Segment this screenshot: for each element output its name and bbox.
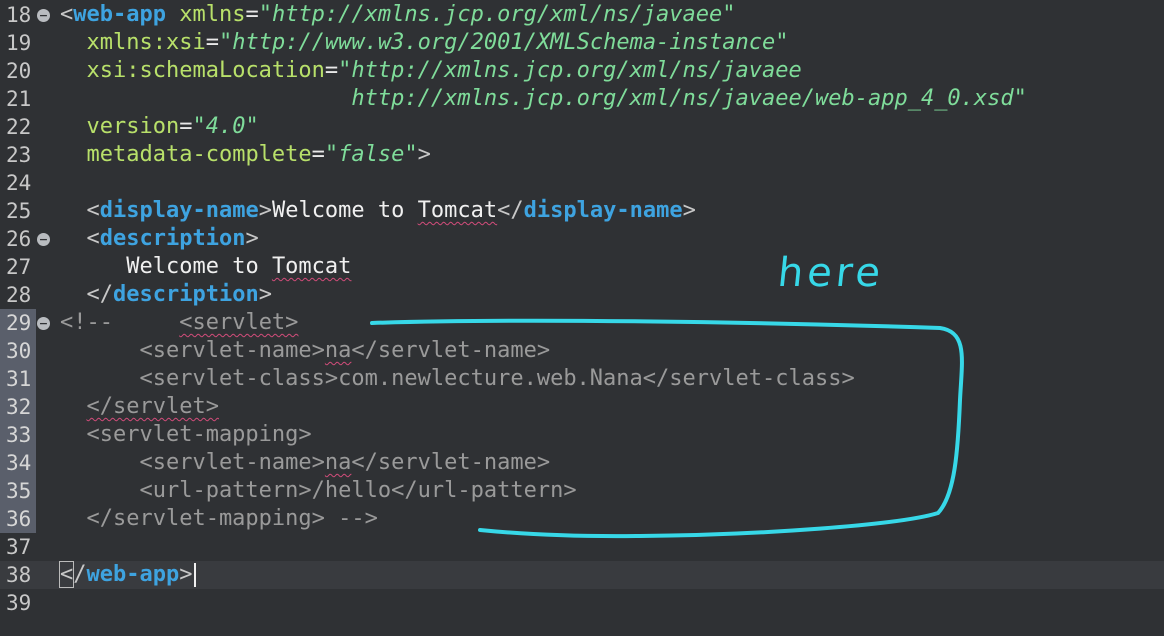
code-line-29[interactable]: 29− <!-- <servlet>: [0, 309, 1164, 337]
code-line-33[interactable]: 33 <servlet-mapping>: [0, 421, 1164, 449]
code-text: <description>: [86, 226, 259, 251]
line-number: 33: [0, 421, 36, 449]
line-number: 27: [6, 255, 32, 279]
code-text: </description>: [86, 282, 272, 307]
code-text: version="4.0": [86, 114, 259, 139]
line-number: 22: [6, 115, 32, 139]
code-line-32[interactable]: 32 </servlet>: [0, 393, 1164, 421]
code-line-24[interactable]: 24: [0, 169, 1164, 197]
code-text: </servlet>: [86, 394, 219, 419]
line-number: 23: [6, 143, 32, 167]
line-number: 26: [6, 227, 32, 251]
code-line-20[interactable]: 20 xsi:schemaLocation="http://xmlns.jcp.…: [0, 57, 1164, 85]
line-number: 39: [6, 591, 32, 615]
code-text: <!-- <servlet>: [60, 310, 299, 335]
line-number: 18: [6, 3, 32, 27]
line-number: 25: [6, 199, 32, 223]
line-number: 34: [0, 449, 36, 477]
code-line-22[interactable]: 22 version="4.0": [0, 113, 1164, 141]
line-number: 28: [6, 283, 32, 307]
code-line-18[interactable]: 18− <web-app xmlns="http://xmlns.jcp.org/…: [0, 1, 1164, 29]
line-number: 21: [6, 87, 32, 111]
code-text: xsi:schemaLocation="http://xmlns.jcp.org…: [86, 58, 802, 83]
code-line-26[interactable]: 26− <description>: [0, 225, 1164, 253]
line-number: 32: [0, 393, 36, 421]
code-text: <servlet-name>na</servlet-name>: [60, 338, 551, 363]
code-text: <servlet-class>com.newlecture.web.Nana</…: [60, 366, 855, 391]
fold-toggle-icon[interactable]: −: [37, 317, 50, 330]
code-text: </web-app>: [58, 561, 197, 589]
code-line-23[interactable]: 23 metadata-complete="false">: [0, 141, 1164, 169]
code-line-28[interactable]: 28 </description>: [0, 281, 1164, 309]
line-number: 36: [0, 505, 36, 533]
code-line-39[interactable]: 39: [0, 589, 1164, 617]
code-line-25[interactable]: 25 <display-name>Welcome to Tomcat</disp…: [0, 197, 1164, 225]
code-editor[interactable]: 18− <web-app xmlns="http://xmlns.jcp.org/…: [0, 0, 1164, 636]
code-line-34[interactable]: 34 <servlet-name>na</servlet-name>: [0, 449, 1164, 477]
code-text: <servlet-name>na</servlet-name>: [60, 450, 551, 475]
line-number: 37: [6, 535, 32, 559]
code-text: <url-pattern>/hello</url-pattern>: [60, 478, 577, 503]
code-text: Welcome to Tomcat: [126, 254, 352, 279]
line-number: 38: [6, 563, 32, 587]
line-number: 20: [6, 59, 32, 83]
code-line-21[interactable]: 21 http://xmlns.jcp.org/xml/ns/javaee/we…: [0, 85, 1164, 113]
line-number: 24: [6, 171, 32, 195]
code-text: xmlns:xsi="http://www.w3.org/2001/XMLSch…: [86, 30, 789, 55]
line-number: 35: [0, 477, 36, 505]
line-number: 30: [0, 337, 36, 365]
code-text: </servlet-mapping> -->: [60, 506, 378, 531]
line-number: 29: [0, 309, 36, 337]
code-text: metadata-complete="false">: [86, 142, 431, 167]
fold-toggle-icon[interactable]: −: [37, 233, 50, 246]
code-line-27[interactable]: 27 Welcome to Tomcat: [0, 253, 1164, 281]
code-line-36[interactable]: 36 </servlet-mapping> -->: [0, 505, 1164, 533]
line-number: 31: [0, 365, 36, 393]
code-text: <servlet-mapping>: [60, 422, 312, 447]
code-line-35[interactable]: 35 <url-pattern>/hello</url-pattern>: [0, 477, 1164, 505]
code-line-37[interactable]: 37: [0, 533, 1164, 561]
line-number: 19: [6, 31, 32, 55]
code-text: <display-name>Welcome to Tomcat</display…: [86, 198, 696, 223]
code-line-30[interactable]: 30 <servlet-name>na</servlet-name>: [0, 337, 1164, 365]
code-text: http://xmlns.jcp.org/xml/ns/javaee/web-a…: [351, 86, 1027, 111]
annotation-label: here: [775, 250, 887, 296]
code-line-38[interactable]: 38 </web-app>: [0, 561, 1164, 589]
fold-toggle-icon[interactable]: −: [37, 9, 50, 22]
code-line-19[interactable]: 19 xmlns:xsi="http://www.w3.org/2001/XML…: [0, 29, 1164, 57]
code-line-31[interactable]: 31 <servlet-class>com.newlecture.web.Nan…: [0, 365, 1164, 393]
code-text: <web-app xmlns="http://xmlns.jcp.org/xml…: [60, 2, 736, 27]
